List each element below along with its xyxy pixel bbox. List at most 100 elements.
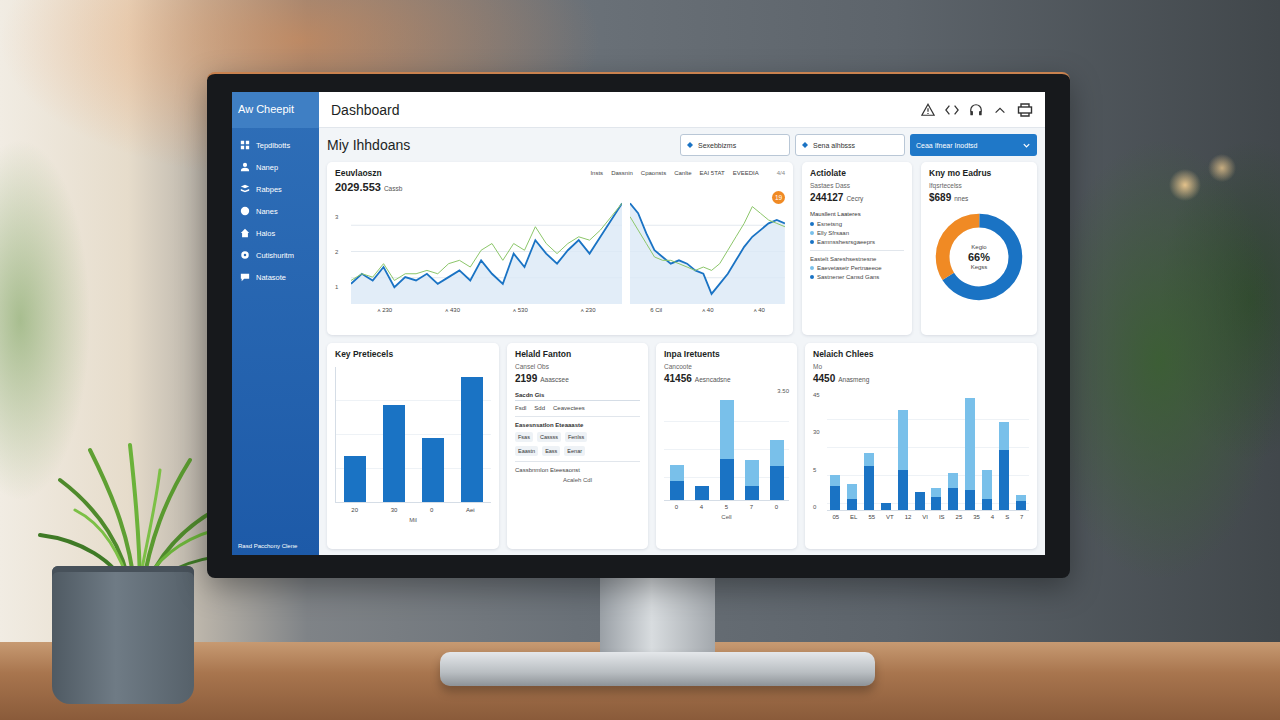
bar-segment[interactable]: [931, 497, 941, 510]
bar-segment[interactable]: [999, 422, 1009, 449]
card-title: Actiolate: [810, 168, 904, 178]
bar-segment[interactable]: [720, 459, 734, 500]
x-label: VI: [922, 514, 928, 520]
headset-icon[interactable]: [969, 103, 983, 117]
bar-segment[interactable]: [695, 486, 709, 500]
notification-badge[interactable]: 19: [772, 191, 785, 204]
bar-segment[interactable]: [720, 400, 734, 459]
chart-tab[interactable]: EVEEDIA: [733, 170, 759, 176]
bar-segment[interactable]: [670, 481, 684, 500]
filter-button[interactable]: Sena alhbsss: [795, 134, 905, 156]
chevron-up-icon[interactable]: [993, 103, 1007, 117]
bar-segment[interactable]: [931, 488, 941, 497]
bar-segment[interactable]: [898, 410, 908, 470]
bar-segment[interactable]: [948, 488, 958, 510]
chip[interactable]: Eaastn: [515, 446, 538, 456]
printer-icon[interactable]: [1017, 102, 1033, 118]
card-title: Nelaich Chlees: [813, 349, 1029, 359]
bar-segment[interactable]: [745, 460, 759, 486]
chart-tab[interactable]: Insts: [590, 170, 603, 176]
card-subtitle: Mo: [813, 363, 1029, 370]
chip[interactable]: Eenar: [564, 446, 585, 456]
page-header: Miy Ihhdoans SexebbizmsSena alhbsssCeaa I…: [319, 128, 1045, 162]
sidebar-item[interactable]: Nanep: [240, 162, 311, 172]
bar-segment[interactable]: [898, 470, 908, 510]
legend-item: Esnetsng: [810, 221, 904, 227]
sidebar-item[interactable]: Cutishuritm: [240, 250, 311, 260]
card-subtitle: Sastaes Dass: [810, 182, 904, 189]
chart-tab[interactable]: Canlte: [674, 170, 691, 176]
column-label: Ceavectees: [553, 405, 585, 411]
chip-row: Eaastn Eass Eenar: [515, 446, 640, 456]
page-heading: Miy Ihhdoans: [327, 137, 675, 153]
bar-segment[interactable]: [770, 466, 784, 500]
x-label: 05: [832, 514, 839, 520]
x-label: IS: [939, 514, 945, 520]
section-title: Mausllent Laateres: [810, 211, 904, 217]
bar-segment[interactable]: [948, 473, 958, 488]
bar-segment[interactable]: [1016, 501, 1026, 510]
area-fill: [630, 203, 785, 304]
column-label: Sdd: [534, 405, 545, 411]
bar[interactable]: [383, 405, 405, 502]
bar-segment[interactable]: [670, 465, 684, 482]
x-label: ᴀ 230: [581, 307, 596, 313]
bar-segment[interactable]: [1016, 495, 1026, 502]
chip-row: Fsas Cassss Fenlss: [515, 432, 640, 442]
bar-segment[interactable]: [999, 450, 1009, 510]
bar-segment[interactable]: [965, 398, 975, 490]
chart-tab[interactable]: EAI 5TAT: [700, 170, 725, 176]
chip[interactable]: Cassss: [537, 432, 561, 442]
bar-segment[interactable]: [881, 503, 891, 510]
sidebar-item[interactable]: Halos: [240, 228, 311, 238]
card-footer: Cell: [664, 514, 789, 520]
bar-segment[interactable]: [864, 453, 874, 466]
top-icons: [921, 102, 1033, 118]
monitor: Aw Cheepit Tepdlbotts Nanep Rabpes Nanes Halo…: [207, 72, 1070, 578]
bar-segment[interactable]: [915, 492, 925, 510]
chip[interactable]: Eass: [542, 446, 560, 456]
bar-segment[interactable]: [864, 466, 874, 510]
bar[interactable]: [461, 377, 483, 502]
chevron-down-icon: [1022, 141, 1031, 150]
bar-segment[interactable]: [830, 475, 840, 486]
sidebar-item[interactable]: Nanes: [240, 206, 311, 216]
summary-card: Helald FantonCansel Obs2199AaascseeSacdn…: [507, 343, 648, 549]
chart-tab[interactable]: Dassnin: [611, 170, 633, 176]
x-label: 30: [391, 507, 398, 513]
y-tick: 45: [813, 392, 823, 398]
chip[interactable]: Fenlss: [565, 432, 587, 442]
code-icon[interactable]: [945, 103, 959, 117]
monitor-stand: [600, 570, 715, 660]
chart-tab[interactable]: Cpaonsts: [641, 170, 666, 176]
top-bar: Dashboard: [319, 92, 1045, 128]
bar-segment[interactable]: [745, 486, 759, 500]
sidebar-item[interactable]: Tepdlbotts: [240, 140, 311, 150]
bar[interactable]: [344, 456, 366, 502]
y-tick: 3: [335, 214, 343, 220]
brand[interactable]: Aw Cheepit: [232, 92, 319, 128]
sidebar-item[interactable]: Natasote: [240, 272, 311, 282]
x-label: 35: [973, 514, 980, 520]
sidebar-item[interactable]: Rabpes: [240, 184, 311, 194]
filter-button[interactable]: Sexebbizms: [680, 134, 790, 156]
person-icon: [240, 162, 250, 172]
grid-icon: [240, 140, 250, 150]
dropdown-button[interactable]: Ceaa Ifnear Inodtsd: [910, 134, 1037, 156]
bar-segment[interactable]: [847, 499, 857, 510]
bottom-row: Key Pretiecels20300AeiMilHelald FantonCa…: [327, 343, 1037, 549]
bar-segment[interactable]: [982, 499, 992, 510]
bar-segment[interactable]: [830, 486, 840, 510]
bar-segment[interactable]: [770, 440, 784, 466]
metric-value: $689: [929, 192, 951, 203]
bar-segment[interactable]: [982, 470, 992, 499]
bar[interactable]: [422, 438, 444, 502]
x-label: ᴀ 430: [445, 307, 460, 313]
x-label: Aei: [466, 507, 475, 513]
bar-segment[interactable]: [847, 484, 857, 499]
stacked-bar-chart: [664, 394, 789, 501]
chip[interactable]: Fsas: [515, 432, 533, 442]
card-title: Inpa Iretuents: [664, 349, 789, 359]
bar-segment[interactable]: [965, 490, 975, 510]
warning-icon[interactable]: [921, 103, 935, 117]
